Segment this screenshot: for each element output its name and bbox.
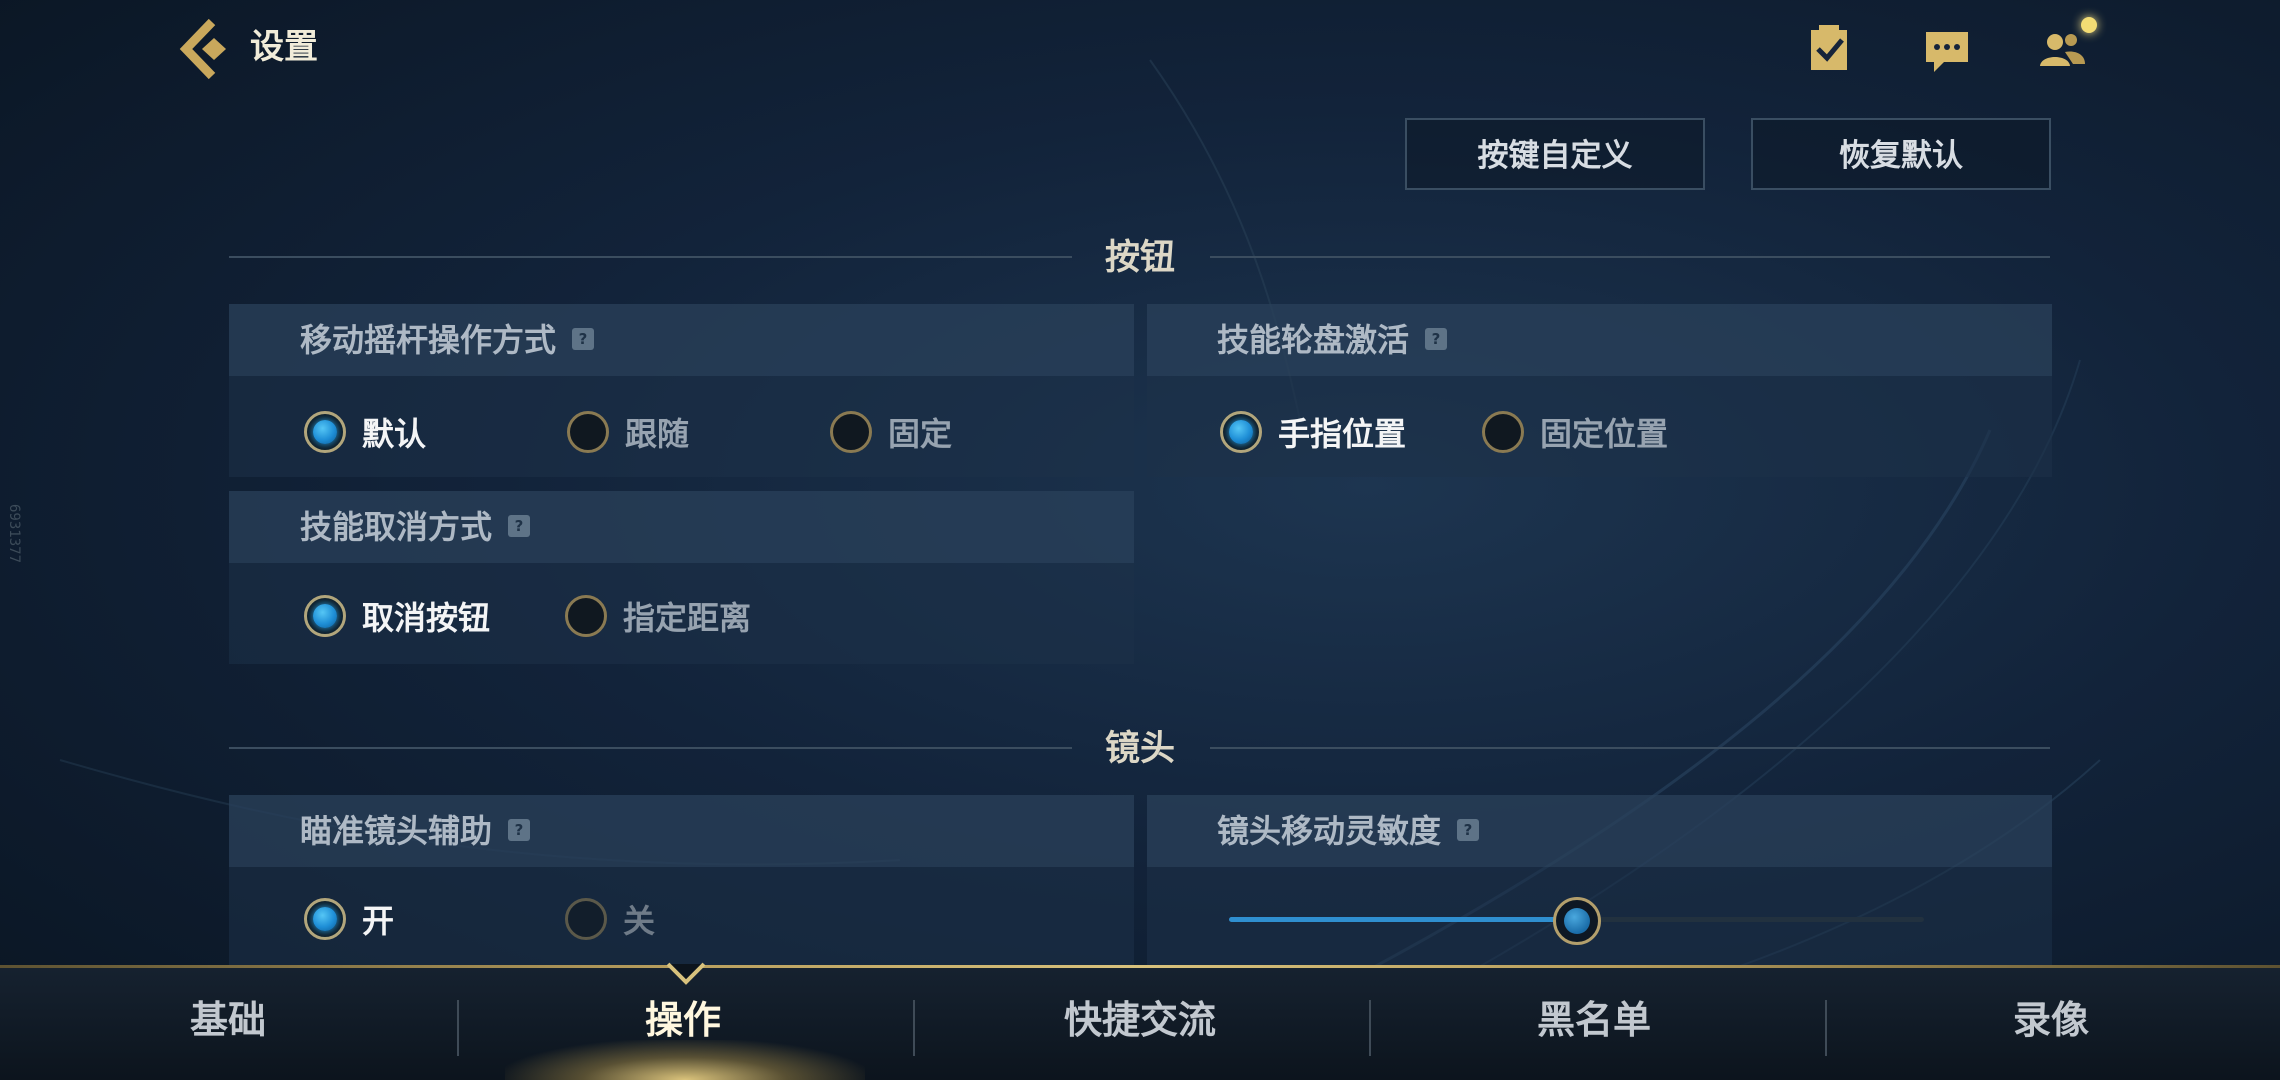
tab-separator	[457, 1000, 459, 1056]
radio-specified-distance[interactable]: 指定距离	[565, 591, 751, 641]
tab-blacklist[interactable]: 黑名单	[1444, 990, 1744, 1050]
joystick-mode-panel: 移动摇杆操作方式? 默认 跟随 固定	[229, 304, 1134, 477]
slider-knob[interactable]	[1552, 897, 1601, 945]
radio-finger-position[interactable]: 手指位置	[1220, 407, 1406, 457]
help-icon[interactable]: ?	[572, 328, 595, 350]
radio-unselected-icon	[830, 411, 872, 453]
option-label: 默认	[362, 415, 427, 453]
skill-wheel-label: 技能轮盘激活	[1217, 321, 1410, 359]
radio-selected-icon	[304, 411, 346, 453]
camera-sensitivity-panel: 镜头移动灵敏度?	[1147, 795, 2052, 965]
radio-joystick-follow[interactable]: 跟随	[567, 407, 689, 457]
tab-quick-chat[interactable]: 快捷交流	[990, 990, 1290, 1050]
tab-separator	[1825, 1000, 1827, 1056]
customize-keys-button[interactable]: 按键自定义	[1405, 118, 1705, 190]
radio-selected-icon	[1220, 411, 1262, 453]
notification-dot	[2081, 17, 2097, 33]
skill-cancel-label: 技能取消方式	[300, 508, 493, 546]
option-label: 固定	[888, 415, 953, 453]
aim-assist-panel: 瞄准镜头辅助? 开 关	[229, 795, 1134, 965]
radio-aim-assist-on[interactable]: 开	[304, 894, 394, 944]
aim-assist-label: 瞄准镜头辅助	[300, 812, 493, 850]
radio-joystick-default[interactable]: 默认	[304, 407, 426, 457]
section-divider	[1210, 747, 2050, 749]
section-title-buttons: 按钮	[1104, 238, 1175, 278]
panel-label: 镜头移动灵敏度?	[1217, 809, 1480, 853]
radio-selected-icon	[304, 898, 346, 940]
help-icon[interactable]: ?	[508, 515, 531, 537]
tab-separator	[913, 1000, 915, 1056]
radio-joystick-fixed[interactable]: 固定	[830, 407, 952, 457]
radio-cancel-button[interactable]: 取消按钮	[304, 591, 490, 641]
task-checklist-icon[interactable]	[1803, 22, 1857, 76]
friends-icon[interactable]	[2035, 22, 2089, 76]
tab-basic[interactable]: 基础	[78, 990, 378, 1050]
radio-unselected-icon	[567, 411, 609, 453]
page-title: 设置	[250, 27, 318, 67]
back-arrow-icon[interactable]	[178, 18, 238, 80]
active-tab-caret-icon	[666, 962, 706, 985]
radio-fixed-position[interactable]: 固定位置	[1482, 407, 1668, 457]
panel-label: 移动摇杆操作方式?	[300, 318, 595, 362]
section-divider	[1210, 256, 2050, 258]
radio-selected-icon	[304, 595, 346, 637]
help-icon[interactable]: ?	[508, 819, 531, 841]
option-label: 手指位置	[1278, 415, 1407, 453]
side-watermark: 6931377	[6, 504, 22, 564]
joystick-mode-label: 移动摇杆操作方式	[300, 321, 557, 359]
option-label: 开	[362, 902, 395, 940]
section-divider	[229, 256, 1072, 258]
radio-unselected-icon	[565, 898, 607, 940]
option-label: 关	[623, 902, 656, 940]
tab-separator	[1369, 1000, 1371, 1056]
skill-cancel-panel: 技能取消方式? 取消按钮 指定距离	[229, 491, 1134, 664]
help-icon[interactable]: ?	[1457, 819, 1480, 841]
chat-icon[interactable]	[1920, 22, 1974, 76]
skill-wheel-panel: 技能轮盘激活? 手指位置 固定位置	[1147, 304, 2052, 477]
panel-label: 技能轮盘激活?	[1217, 318, 1448, 362]
tab-replay[interactable]: 录像	[1901, 990, 2201, 1050]
radio-unselected-icon	[1482, 411, 1524, 453]
option-label: 跟随	[625, 415, 690, 453]
option-label: 指定距离	[623, 599, 752, 637]
bottom-nav-border	[0, 965, 2280, 968]
tab-operation[interactable]: 操作	[533, 990, 833, 1050]
help-icon[interactable]: ?	[1425, 328, 1448, 350]
section-divider	[229, 747, 1072, 749]
restore-default-button[interactable]: 恢复默认	[1751, 118, 2051, 190]
radio-unselected-icon	[565, 595, 607, 637]
section-title-camera: 镜头	[1104, 729, 1175, 769]
option-label: 固定位置	[1540, 415, 1669, 453]
panel-label: 瞄准镜头辅助?	[300, 809, 531, 853]
radio-aim-assist-off[interactable]: 关	[565, 894, 655, 944]
option-label: 取消按钮	[362, 599, 491, 637]
camera-sensitivity-label: 镜头移动灵敏度	[1217, 812, 1442, 850]
slider-fill	[1229, 917, 1577, 922]
panel-label: 技能取消方式?	[300, 505, 531, 549]
